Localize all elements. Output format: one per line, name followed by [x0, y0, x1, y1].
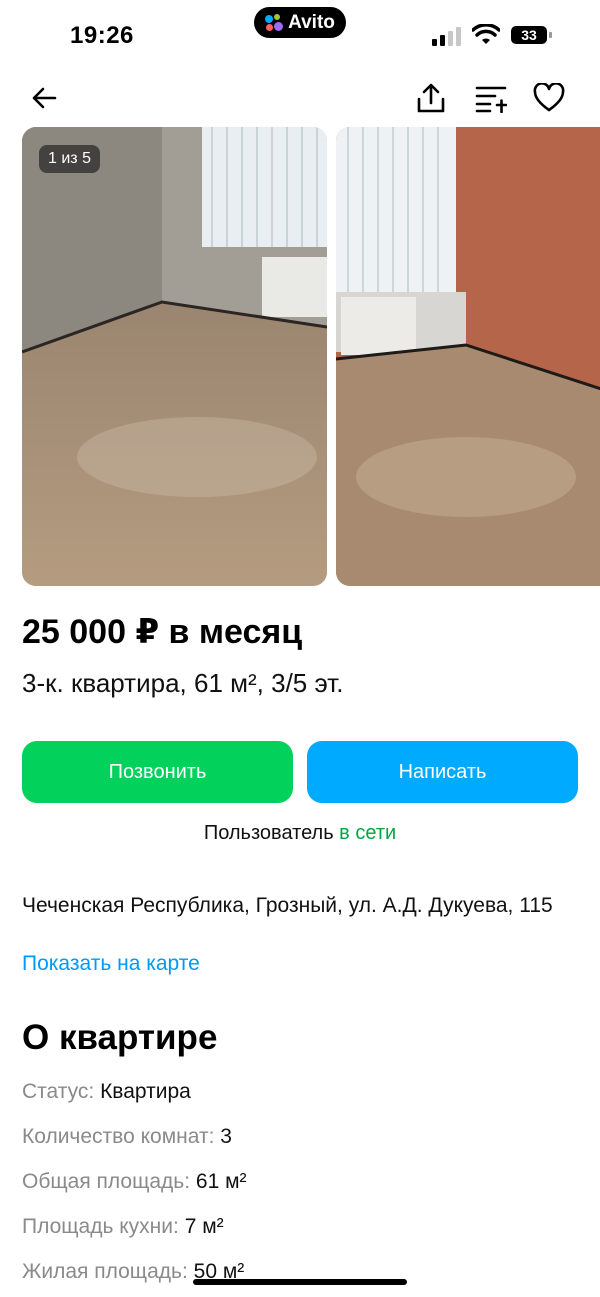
spec-row: Общая площадь: 61 м²	[22, 1170, 247, 1194]
home-indicator[interactable]	[193, 1279, 407, 1285]
listing-address: Чеченская Республика, Грозный, ул. А.Д. …	[22, 894, 553, 917]
gallery-photo[interactable]: 1 из 5	[22, 127, 327, 586]
spec-value: 61 м²	[195, 1170, 247, 1193]
battery-level: 33	[521, 27, 537, 43]
room-photo-1	[22, 127, 327, 586]
spec-value: 3	[220, 1125, 232, 1148]
compare-icon	[475, 86, 507, 113]
spec-key: Общая площадь:	[22, 1170, 191, 1193]
show-on-map-link[interactable]: Показать на карте	[22, 952, 200, 976]
back-arrow-icon	[32, 87, 57, 109]
photo-counter: 1 из 5	[39, 145, 100, 173]
spec-value: Квартира	[100, 1080, 191, 1103]
seller-online-label: в сети	[339, 822, 397, 844]
photo-gallery[interactable]: 1 из 5	[22, 127, 600, 586]
spec-key: Статус:	[22, 1080, 95, 1103]
spec-key: Площадь кухни:	[22, 1215, 179, 1238]
wifi-icon	[472, 24, 500, 44]
call-button[interactable]: Позвонить	[22, 741, 293, 803]
spec-key: Жилая площадь:	[22, 1260, 188, 1283]
write-button[interactable]: Написать	[307, 741, 578, 803]
favorite-button[interactable]	[529, 78, 569, 118]
share-button[interactable]	[411, 78, 451, 118]
top-nav	[0, 70, 600, 124]
heart-icon	[533, 83, 565, 112]
spec-row: Количество комнат: 3	[22, 1125, 232, 1149]
listing-title: 3-к. квартира, 61 м², 3/5 эт.	[22, 668, 344, 698]
spec-key: Количество комнат:	[22, 1125, 215, 1148]
seller-status: Пользователь в сети	[0, 822, 600, 845]
room-photo-2	[336, 127, 600, 586]
about-section-title: О квартире	[22, 1018, 218, 1057]
spec-row: Статус: Квартира	[22, 1080, 191, 1104]
compare-button[interactable]	[471, 78, 511, 118]
status-bar: 19:26 Avito 33	[0, 0, 600, 70]
spec-row: Площадь кухни: 7 м²	[22, 1215, 224, 1239]
avito-logo-icon	[265, 13, 284, 32]
share-icon	[417, 83, 445, 113]
battery-icon: 33	[510, 24, 554, 46]
gallery-photo[interactable]	[336, 127, 600, 586]
cellular-signal-icon	[432, 27, 461, 46]
listing-price: 25 000 ₽ в месяц	[22, 613, 303, 651]
app-switch-pill[interactable]: Avito	[254, 7, 346, 38]
status-time: 19:26	[70, 22, 134, 49]
back-button[interactable]	[24, 78, 64, 118]
seller-status-prefix: Пользователь	[203, 822, 340, 844]
app-pill-label: Avito	[288, 11, 335, 33]
spec-value: 7 м²	[184, 1215, 224, 1238]
